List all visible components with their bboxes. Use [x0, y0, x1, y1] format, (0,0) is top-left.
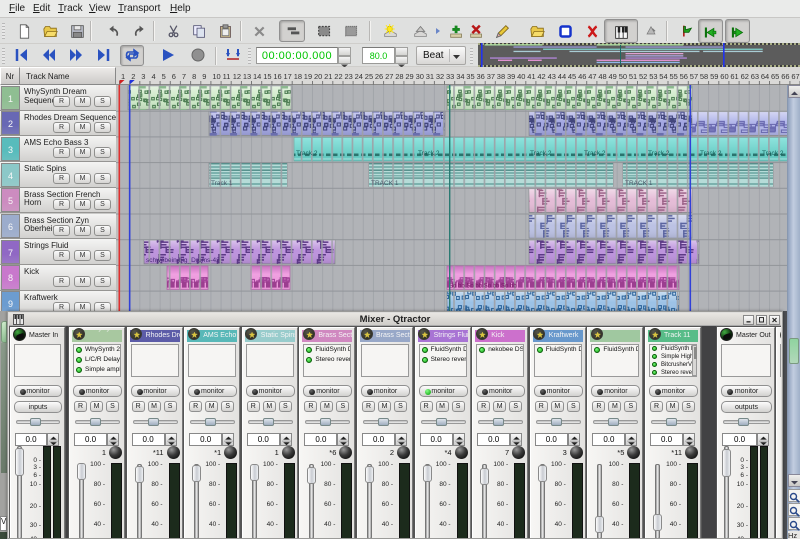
svg-text:49: 49: [609, 72, 617, 81]
svg-text:30: 30: [416, 72, 424, 81]
svg-text:57: 57: [690, 72, 698, 81]
svg-text:TRACK 1: TRACK 1: [625, 180, 653, 187]
svg-text:22: 22: [334, 72, 342, 81]
svg-text:5: 5: [162, 72, 166, 81]
svg-text:Track 2: Track 2: [530, 150, 552, 157]
svg-text:12: 12: [233, 72, 241, 81]
svg-text:Track 1: Track 1: [211, 180, 233, 187]
svg-text:34: 34: [456, 72, 464, 81]
svg-text:7: 7: [182, 72, 186, 81]
svg-text:55: 55: [670, 72, 678, 81]
svg-text:3: 3: [141, 72, 145, 81]
svg-text:27: 27: [385, 72, 393, 81]
svg-text:2: 2: [131, 72, 135, 81]
svg-text:9: 9: [202, 72, 206, 81]
svg-text:24: 24: [355, 72, 363, 81]
svg-text:1: 1: [121, 72, 125, 81]
svg-text:53: 53: [649, 72, 657, 81]
svg-text:38: 38: [497, 72, 505, 81]
svg-text:41: 41: [527, 72, 535, 81]
svg-text:48: 48: [598, 72, 606, 81]
svg-text:65: 65: [771, 72, 779, 81]
svg-text:37: 37: [487, 72, 495, 81]
svg-text:56: 56: [680, 72, 688, 81]
svg-text:43: 43: [548, 72, 556, 81]
svg-text:40: 40: [517, 72, 525, 81]
svg-text:Track 2: Track 2: [584, 150, 606, 157]
svg-text:45: 45: [568, 72, 576, 81]
svg-text:25: 25: [365, 72, 373, 81]
svg-text:4: 4: [152, 72, 156, 81]
svg-text:26: 26: [375, 72, 383, 81]
svg-text:Track 2: Track 2: [296, 150, 318, 157]
svg-text:17: 17: [284, 72, 292, 81]
svg-text:39: 39: [507, 72, 515, 81]
svg-text:61: 61: [730, 72, 738, 81]
svg-text:8: 8: [192, 72, 196, 81]
svg-text:6: 6: [172, 72, 176, 81]
svg-text:60: 60: [720, 72, 728, 81]
svg-text:TRACK 1: TRACK 1: [371, 180, 399, 187]
svg-text:31: 31: [426, 72, 434, 81]
svg-text:63: 63: [751, 72, 759, 81]
svg-text:20: 20: [314, 72, 322, 81]
svg-text:29: 29: [405, 72, 413, 81]
svg-text:13: 13: [243, 72, 251, 81]
svg-text:14: 14: [253, 72, 261, 81]
svg-text:64: 64: [761, 72, 769, 81]
svg-text:35: 35: [466, 72, 474, 81]
svg-text:47: 47: [588, 72, 596, 81]
svg-text:18: 18: [294, 72, 302, 81]
svg-text:33: 33: [446, 72, 454, 81]
svg-text:So bb So bb So bb So bb: So bb So bb So bb So bb: [449, 284, 517, 290]
svg-text:44: 44: [558, 72, 566, 81]
svg-text:32: 32: [436, 72, 444, 81]
svg-text:54: 54: [659, 72, 667, 81]
svg-text:Track 2: Track 2: [648, 150, 670, 157]
svg-text:59: 59: [710, 72, 718, 81]
svg-text:11: 11: [223, 72, 231, 81]
svg-text:15: 15: [263, 72, 271, 81]
svg-text:62: 62: [741, 72, 749, 81]
svg-text:Track 2: Track 2: [418, 150, 440, 157]
svg-text:Track 2: Track 2: [762, 150, 784, 157]
svg-text:52: 52: [639, 72, 647, 81]
svg-text:50: 50: [619, 72, 627, 81]
svg-text:58: 58: [700, 72, 708, 81]
svg-text:36: 36: [477, 72, 485, 81]
svg-text:16: 16: [273, 72, 281, 81]
svg-text:schwebein-big_Drums-42: schwebein-big_Drums-42: [146, 257, 220, 264]
svg-text:28: 28: [395, 72, 403, 81]
svg-text:51: 51: [629, 72, 637, 81]
svg-text:21: 21: [324, 72, 332, 81]
svg-text:19: 19: [304, 72, 312, 81]
svg-text:23: 23: [345, 72, 353, 81]
svg-text:67: 67: [791, 72, 799, 81]
svg-text:10: 10: [212, 72, 220, 81]
svg-text:Track 2: Track 2: [700, 150, 722, 157]
svg-text:66: 66: [781, 72, 789, 81]
svg-text:42: 42: [537, 72, 545, 81]
svg-text:46: 46: [578, 72, 586, 81]
